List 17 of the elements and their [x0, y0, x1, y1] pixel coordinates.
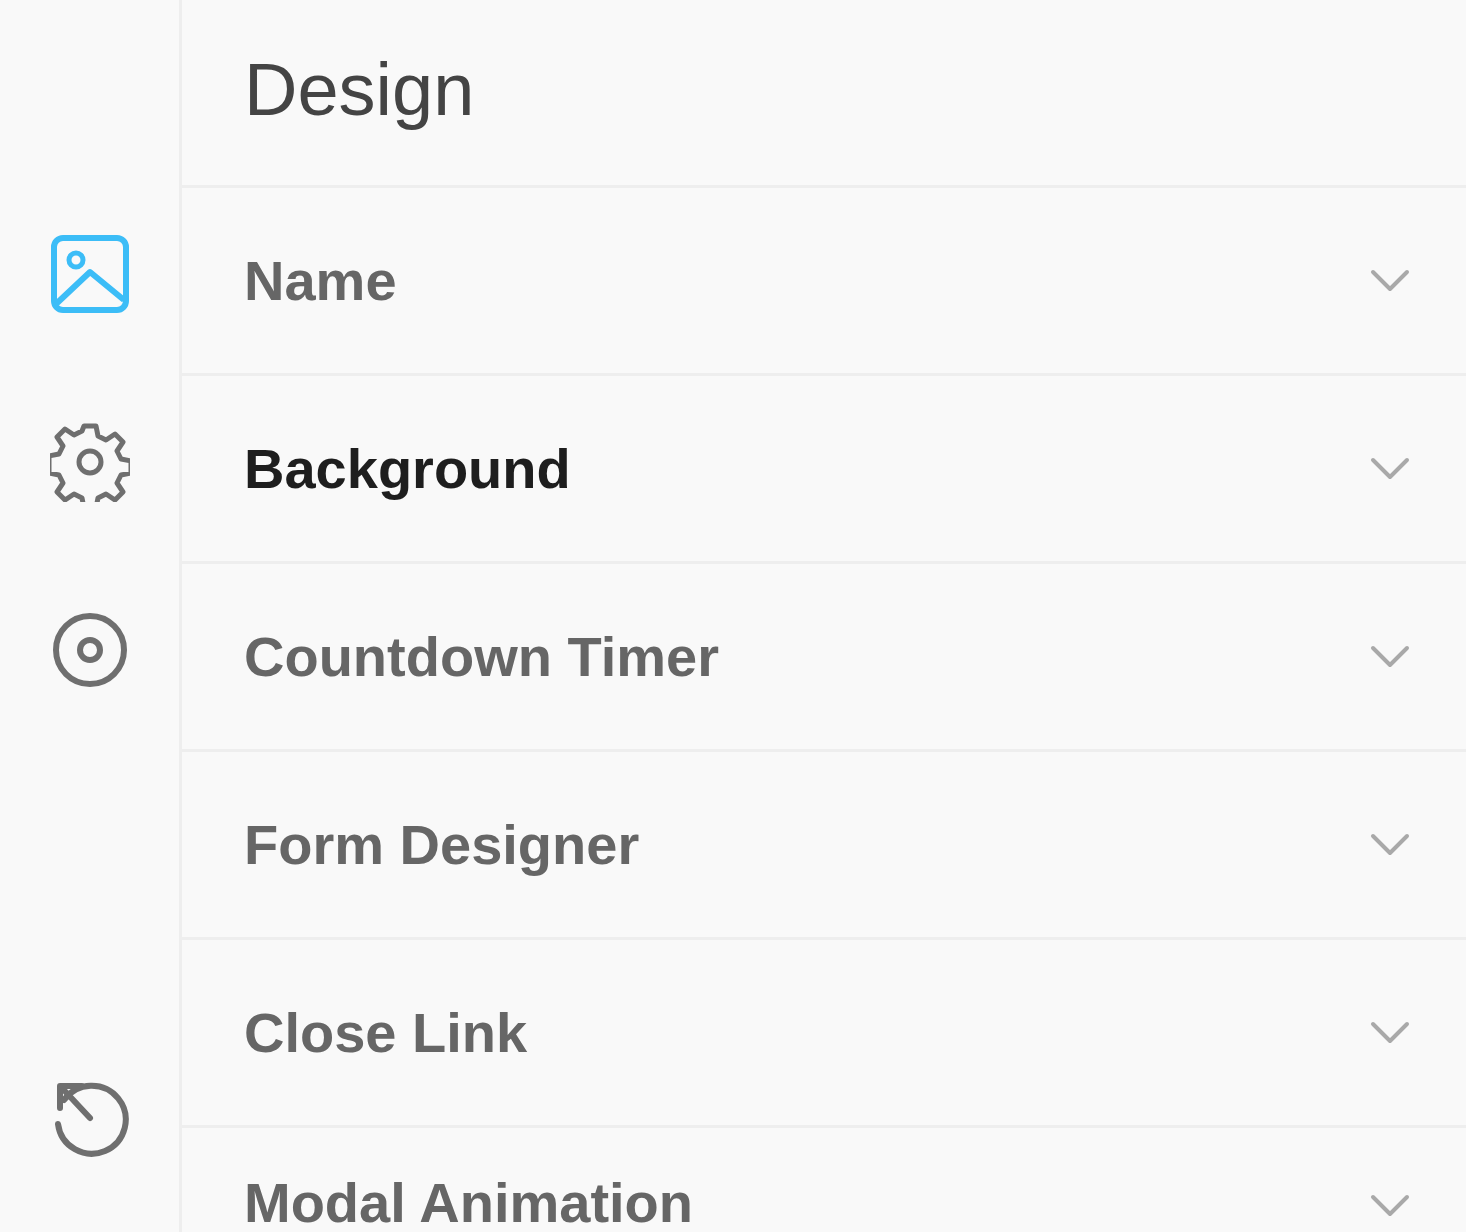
sidebar-tab[interactable] [49, 234, 130, 314]
section-header[interactable]: Close Link [244, 1000, 528, 1065]
chevron-icon[interactable] [1370, 832, 1410, 857]
section-header[interactable]: Name [244, 248, 397, 313]
section-header[interactable]: Form Designer [244, 812, 640, 877]
chevron-icon[interactable] [1370, 456, 1410, 481]
chevron-icon[interactable] [1370, 644, 1410, 669]
image-icon [49, 234, 130, 314]
section-header[interactable]: Modal Animation [244, 1178, 693, 1228]
section-header[interactable]: Countdown Timer [244, 624, 719, 689]
sidebar-tab[interactable] [49, 422, 130, 502]
panel-title: Design [244, 47, 475, 133]
settings-icon [49, 422, 130, 502]
section-header[interactable]: Background [244, 436, 571, 501]
chevron-icon[interactable] [1370, 1020, 1410, 1045]
chevron-icon[interactable] [1370, 268, 1410, 293]
chevron-icon[interactable] [1370, 1194, 1410, 1218]
